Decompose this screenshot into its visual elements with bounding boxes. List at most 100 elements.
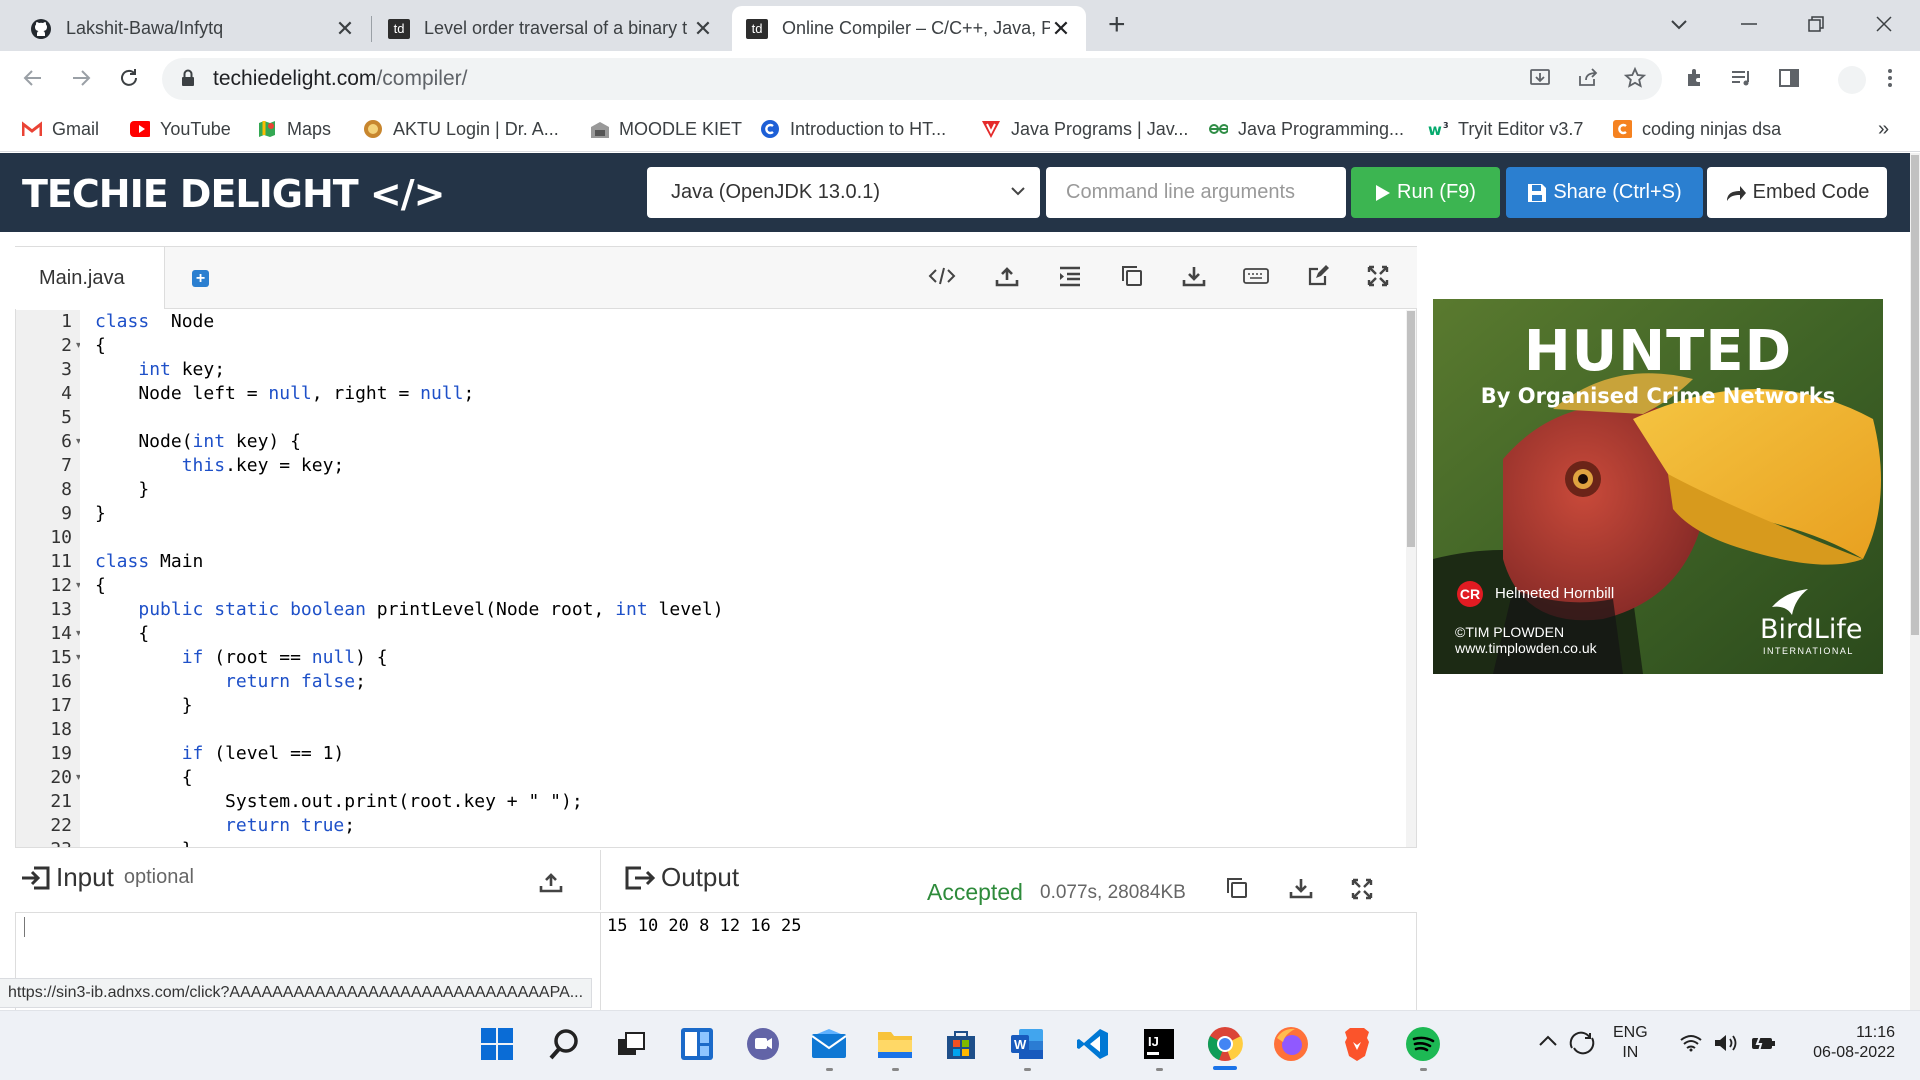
bookmark-moodle[interactable]: MOODLE KIET — [589, 114, 742, 144]
language-indicator[interactable]: ENG IN — [1613, 1023, 1648, 1063]
system-clock[interactable]: 11:16 06-08-2022 — [1795, 1023, 1895, 1063]
file-explorer-icon[interactable] — [875, 1024, 915, 1064]
site-logo[interactable]: TECHIE DELIGHT </> — [22, 172, 445, 216]
code-line[interactable]: Node(int key) { — [95, 430, 301, 454]
windows-start-icon[interactable] — [477, 1024, 517, 1064]
keyboard-icon[interactable] — [1238, 258, 1274, 294]
lock-icon[interactable] — [181, 69, 195, 87]
task-view-icon[interactable] — [611, 1024, 651, 1064]
new-tab-button[interactable]: + — [1108, 10, 1126, 40]
code-line[interactable]: } — [95, 694, 193, 718]
code-line[interactable]: Node left = null, right = null; — [95, 382, 474, 406]
extensions-icon[interactable] — [1680, 63, 1710, 93]
bookmark-java-programming[interactable]: Java Programming... — [1208, 114, 1404, 144]
widgets-icon[interactable] — [677, 1024, 717, 1064]
share-icon[interactable] — [1573, 63, 1603, 93]
bookmark-youtube[interactable]: YouTube — [130, 114, 231, 144]
fullscreen-icon[interactable] — [1360, 258, 1396, 294]
code-line[interactable]: { — [95, 574, 106, 598]
search-icon[interactable] — [545, 1024, 585, 1064]
close-icon[interactable]: ✕ — [692, 16, 714, 41]
bookmark-java-programs[interactable]: Java Programs | Jav... — [981, 114, 1188, 144]
upload-icon[interactable] — [989, 258, 1025, 294]
language-select[interactable]: Java (OpenJDK 13.0.1) — [647, 167, 1040, 218]
brave-icon[interactable] — [1337, 1024, 1377, 1064]
forward-icon[interactable] — [66, 63, 96, 93]
word-icon[interactable]: W — [1007, 1024, 1047, 1064]
advertisement[interactable]: HUNTED By Organised Crime Networks CR He… — [1433, 299, 1883, 674]
code-line[interactable]: public static boolean printLevel(Node ro… — [95, 598, 723, 622]
code-line[interactable]: { — [95, 622, 149, 646]
output-copy-icon[interactable] — [1225, 876, 1249, 900]
url-text[interactable]: techiedelight.com/compiler/ — [213, 64, 467, 94]
volume-icon[interactable] — [1713, 1033, 1739, 1053]
install-icon[interactable] — [1525, 63, 1555, 93]
output-fullscreen-icon[interactable] — [1351, 878, 1373, 900]
code-line[interactable]: class Main — [95, 550, 203, 574]
embed-code-button[interactable]: Embed Code — [1707, 167, 1887, 218]
tab-online-compiler[interactable]: td Online Compiler – C/C++, Java, P ✕ — [732, 6, 1086, 51]
input-upload-icon[interactable] — [539, 870, 563, 894]
copy-icon[interactable] — [1114, 258, 1150, 294]
firefox-icon[interactable] — [1271, 1024, 1311, 1064]
code-line[interactable]: if (root == null) { — [95, 646, 388, 670]
code-line[interactable]: return false; — [95, 670, 366, 694]
code-line[interactable]: this.key = key; — [95, 454, 345, 478]
restore-icon[interactable] — [1804, 12, 1828, 36]
tab-github[interactable]: Lakshit-Bawa/Infytq ✕ — [16, 6, 370, 51]
code-line[interactable]: } — [95, 838, 193, 847]
bookmark-coding-ninjas[interactable]: coding ninjas dsa — [1612, 114, 1781, 144]
minimize-icon[interactable] — [1737, 12, 1761, 36]
code-editor[interactable]: class Node{ int key; Node left = null, r… — [80, 310, 1405, 847]
code-line[interactable]: } — [95, 502, 106, 526]
code-line[interactable]: if (level == 1) — [95, 742, 345, 766]
indent-icon[interactable] — [1052, 258, 1088, 294]
code-line[interactable]: class Node — [95, 310, 214, 334]
tab-search-icon[interactable] — [1667, 12, 1691, 36]
run-button[interactable]: Run (F9) — [1351, 167, 1500, 218]
vscode-icon[interactable] — [1073, 1024, 1113, 1064]
mail-icon[interactable] — [809, 1024, 849, 1064]
file-tab-main-java[interactable]: Main.java — [15, 247, 165, 309]
spotify-icon[interactable] — [1403, 1024, 1443, 1064]
bookmark-intro-html[interactable]: Introduction to HT... — [760, 114, 946, 144]
command-line-args-input[interactable]: Command line arguments — [1046, 167, 1346, 218]
page-scrollbar-thumb[interactable] — [1911, 155, 1919, 635]
code-line[interactable]: { — [95, 766, 193, 790]
output-download-icon[interactable] — [1289, 876, 1313, 900]
code-line[interactable]: } — [95, 478, 149, 502]
code-line[interactable]: int key; — [95, 358, 225, 382]
editor-scrollbar-thumb[interactable] — [1407, 311, 1415, 547]
media-icon[interactable] — [1726, 63, 1756, 93]
back-icon[interactable] — [18, 63, 48, 93]
tab-level-order[interactable]: td Level order traversal of a binary t ✕ — [374, 6, 728, 51]
bookmark-tryit[interactable]: w 3 Tryit Editor v3.7 — [1428, 114, 1583, 144]
battery-icon[interactable] — [1750, 1033, 1776, 1053]
profile-avatar[interactable] — [1838, 66, 1866, 94]
store-icon[interactable] — [941, 1024, 981, 1064]
close-icon[interactable]: ✕ — [1050, 16, 1072, 41]
code-line[interactable]: System.out.print(root.key + " "); — [95, 790, 583, 814]
code-line[interactable]: return true; — [95, 814, 355, 838]
wifi-icon[interactable] — [1680, 1034, 1702, 1052]
bookmark-maps[interactable]: Maps — [257, 114, 331, 144]
share-button[interactable]: Share (Ctrl+S) — [1506, 167, 1703, 218]
side-panel-icon[interactable] — [1774, 63, 1804, 93]
star-icon[interactable] — [1620, 63, 1650, 93]
teams-chat-icon[interactable] — [743, 1024, 783, 1064]
add-file-button[interactable]: + — [192, 270, 209, 287]
edit-icon[interactable] — [1300, 258, 1336, 294]
window-close-icon[interactable] — [1872, 12, 1896, 36]
code-line[interactable]: { — [95, 334, 106, 358]
reload-icon[interactable] — [114, 63, 144, 93]
download-icon[interactable] — [1176, 258, 1212, 294]
chrome-icon[interactable] — [1205, 1024, 1245, 1064]
code-icon[interactable] — [924, 258, 960, 294]
bookmark-gmail[interactable]: Gmail — [22, 114, 99, 144]
menu-icon[interactable] — [1875, 63, 1905, 93]
chevron-up-icon[interactable] — [1538, 1034, 1558, 1048]
jetbrains-icon[interactable]: IJ — [1139, 1024, 1179, 1064]
sync-icon[interactable] — [1568, 1030, 1596, 1056]
more-bookmarks-button[interactable]: » — [1878, 114, 1889, 144]
bookmark-aktu[interactable]: AKTU Login | Dr. A... — [363, 114, 559, 144]
